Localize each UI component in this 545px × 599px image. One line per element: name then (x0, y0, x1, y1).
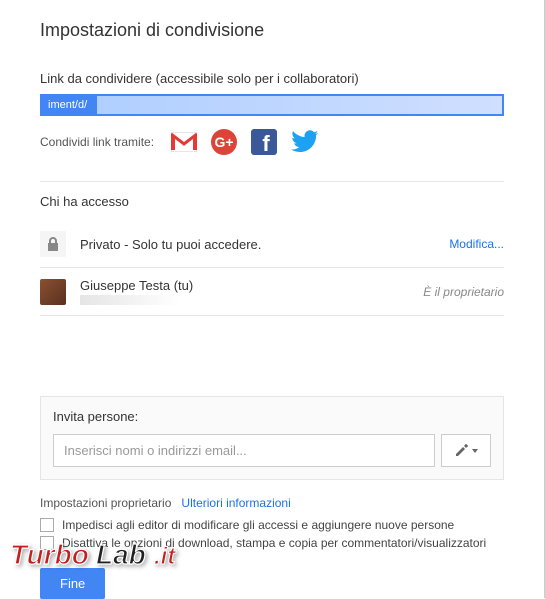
invite-section: Invita persone: (40, 396, 504, 480)
owner-label: È il proprietario (423, 285, 504, 299)
privacy-modify-link[interactable]: Modifica... (449, 237, 504, 251)
user-email-blur (80, 295, 180, 305)
owner-settings-title: Impostazioni proprietario (40, 496, 171, 510)
owner-settings: Impostazioni proprietario Ulteriori info… (40, 496, 504, 550)
permission-dropdown-button[interactable] (441, 434, 491, 467)
privacy-text: Privato - Solo tu puoi accedere. (80, 237, 435, 252)
access-section: Chi ha accesso Privato - Solo tu puoi ac… (40, 181, 504, 316)
owner-option-2[interactable]: Disattiva le opzioni di download, stampa… (40, 536, 504, 550)
twitter-icon[interactable] (290, 128, 318, 156)
svg-text:G+: G+ (215, 134, 234, 150)
owner-option-1-label: Impedisci agli editor di modificare gli … (62, 518, 454, 532)
share-link-label: Link da condividere (accessibile solo pe… (40, 71, 504, 86)
invite-label: Invita persone: (53, 409, 491, 424)
user-name: Giuseppe Testa (tu) (80, 278, 409, 293)
facebook-icon[interactable]: f (250, 128, 278, 156)
share-link-input[interactable]: iment/d/ (40, 94, 504, 116)
invite-input[interactable] (53, 434, 435, 467)
dialog-title: Impostazioni di condivisione (40, 20, 504, 41)
share-link-text: iment/d/ (46, 99, 89, 111)
gmail-icon[interactable] (170, 128, 198, 156)
owner-more-info-link[interactable]: Ulteriori informazioni (181, 496, 290, 510)
chevron-down-icon (472, 449, 478, 453)
checkbox-2[interactable] (40, 536, 54, 550)
access-row-user: Giuseppe Testa (tu) È il proprietario (40, 268, 504, 316)
owner-option-1[interactable]: Impedisci agli editor di modificare gli … (40, 518, 504, 532)
access-title: Chi ha accesso (40, 194, 504, 209)
lock-icon (40, 231, 66, 257)
pencil-icon (454, 444, 468, 458)
share-via-label: Condividi link tramite: (40, 135, 154, 149)
user-info: Giuseppe Testa (tu) (80, 278, 409, 305)
checkbox-1[interactable] (40, 518, 54, 532)
googleplus-icon[interactable]: G+ (210, 128, 238, 156)
svg-text:f: f (262, 131, 270, 155)
access-row-privacy: Privato - Solo tu puoi accedere. Modific… (40, 221, 504, 268)
done-button[interactable]: Fine (40, 568, 105, 599)
owner-option-2-label: Disattiva le opzioni di download, stampa… (62, 536, 486, 550)
sharing-dialog: Impostazioni di condivisione Link da con… (0, 0, 545, 598)
share-via-row: Condividi link tramite: G+ f (40, 128, 504, 156)
avatar (40, 279, 66, 305)
